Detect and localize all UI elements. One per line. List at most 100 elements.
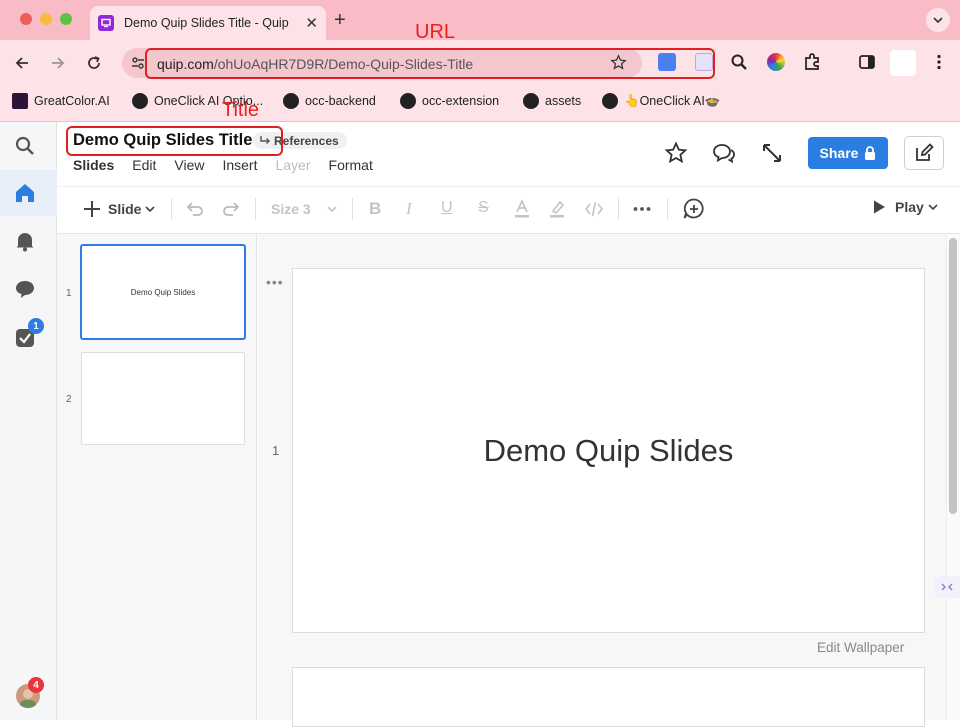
slide-options-button[interactable]: •••	[266, 274, 284, 290]
slide-1[interactable]: Demo Quip Slides	[292, 268, 925, 633]
slide-2[interactable]	[292, 667, 925, 727]
minimize-window-button[interactable]	[40, 13, 52, 25]
plus-icon	[84, 201, 100, 217]
avatar-notification-badge: 4	[28, 677, 44, 693]
browser-menu-icon[interactable]	[930, 53, 948, 71]
bookmark-occ-backend[interactable]: occ-backend	[283, 93, 376, 109]
tab-title: Demo Quip Slides Title - Quip	[124, 16, 289, 30]
site-settings-icon[interactable]	[130, 55, 146, 71]
slide-title-text[interactable]: Demo Quip Slides	[484, 433, 734, 469]
edit-wallpaper-link[interactable]: Edit Wallpaper	[817, 640, 904, 655]
play-label: Play	[895, 199, 924, 215]
comment-plus-icon	[683, 198, 704, 219]
chevron-down-icon	[327, 206, 337, 212]
bookmark-label: assets	[545, 94, 582, 108]
bell-icon	[16, 233, 34, 252]
slide-thumbnail-1[interactable]: Demo Quip Slides	[80, 244, 246, 340]
back-button[interactable]	[14, 55, 30, 71]
nav-home-button[interactable]	[14, 182, 36, 204]
bookmark-label: GreatColor.AI	[34, 94, 110, 108]
menu-layer[interactable]: Layer	[275, 157, 310, 173]
profile-button[interactable]	[890, 50, 916, 76]
add-slide-button[interactable]: Slide	[82, 199, 156, 219]
title-annotation-label: Title	[222, 99, 260, 121]
scrollbar-thumb[interactable]	[949, 238, 957, 514]
greatcolor-icon	[12, 93, 28, 109]
forward-button[interactable]	[50, 55, 66, 71]
share-button[interactable]: Share	[808, 137, 888, 169]
highlighter-icon	[550, 200, 565, 218]
chat-bubbles-icon	[713, 144, 735, 164]
chevron-down-icon	[928, 204, 938, 210]
bold-icon: B	[369, 199, 382, 218]
tab-search-button[interactable]	[926, 8, 950, 32]
tasks-count-badge: 1	[28, 318, 44, 334]
close-window-button[interactable]	[20, 13, 32, 25]
menu-format[interactable]: Format	[329, 157, 373, 173]
italic-button[interactable]: I	[406, 199, 412, 219]
strikethrough-button[interactable]: S	[478, 199, 489, 217]
bookmark-label: occ-extension	[422, 94, 500, 108]
zoom-extension-icon[interactable]	[730, 53, 748, 71]
color-picker-extension-icon[interactable]	[767, 53, 785, 71]
bookmark-oneclick-ai[interactable]: 👆OneClick AI🍲	[602, 93, 720, 109]
underline-icon: U	[441, 199, 453, 216]
redo-icon	[223, 202, 240, 216]
text-color-icon	[515, 199, 529, 218]
maximize-window-button[interactable]	[60, 13, 72, 25]
text-color-button[interactable]	[513, 199, 531, 219]
lock-icon	[865, 146, 876, 160]
extensions-puzzle-icon[interactable]	[803, 53, 821, 71]
underline-button[interactable]: U	[441, 199, 453, 217]
chat-bubble-icon	[16, 281, 34, 298]
favorite-button[interactable]	[664, 141, 688, 165]
nav-notifications-button[interactable]	[14, 230, 36, 252]
add-slide-label: Slide	[108, 201, 142, 217]
github-icon	[400, 93, 416, 109]
chevron-down-icon	[933, 17, 943, 23]
github-icon	[523, 93, 539, 109]
new-tab-button[interactable]: +	[334, 9, 346, 32]
fullscreen-button[interactable]	[760, 141, 784, 165]
conversation-button[interactable]	[712, 141, 736, 165]
reload-button[interactable]	[86, 55, 102, 71]
arrow-right-icon	[52, 57, 65, 69]
menu-edit[interactable]: Edit	[132, 157, 156, 173]
more-options-button[interactable]	[632, 199, 652, 219]
expand-arrows-icon	[763, 144, 781, 162]
code-button[interactable]	[584, 199, 604, 219]
toolbar-divider	[618, 198, 619, 220]
bookmark-greatcolor[interactable]: GreatColor.AI	[12, 93, 110, 109]
italic-icon: I	[406, 199, 412, 218]
menu-view[interactable]: View	[174, 157, 204, 173]
play-button[interactable]: Play	[871, 199, 938, 215]
undo-button[interactable]	[185, 199, 205, 219]
highlight-button[interactable]	[548, 199, 566, 219]
redo-button[interactable]	[221, 199, 241, 219]
nav-messages-button[interactable]	[14, 278, 36, 300]
menu-insert[interactable]: Insert	[222, 157, 257, 173]
arrow-left-icon	[15, 57, 28, 69]
close-tab-icon[interactable]: ✕	[305, 14, 318, 32]
toolbar-divider	[255, 198, 256, 220]
browser-tab-active[interactable]: Demo Quip Slides Title - Quip ✕	[90, 6, 326, 40]
compose-button[interactable]	[904, 136, 944, 170]
menu-slides[interactable]: Slides	[73, 157, 114, 173]
slide-thumbnail-2[interactable]	[81, 352, 245, 445]
font-size-select[interactable]: Size 3	[271, 201, 337, 217]
add-comment-button[interactable]	[682, 197, 706, 221]
bookmark-occ-extension[interactable]: occ-extension	[400, 93, 499, 109]
chevron-down-icon	[145, 206, 156, 212]
thumbnail-number: 2	[66, 394, 72, 405]
share-label: Share	[819, 145, 859, 161]
bold-button[interactable]: B	[369, 199, 381, 219]
document-menu-bar: Slides Edit View Insert Layer Format	[73, 157, 391, 173]
bookmark-assets[interactable]: assets	[523, 93, 581, 109]
globe-icon	[602, 93, 618, 109]
side-panel-icon[interactable]	[858, 53, 876, 71]
thumbnail-number: 1	[66, 288, 72, 299]
assistant-widget-button[interactable]	[934, 576, 960, 598]
nav-search-button[interactable]	[14, 135, 36, 157]
search-icon	[15, 136, 34, 155]
play-icon	[874, 200, 885, 214]
